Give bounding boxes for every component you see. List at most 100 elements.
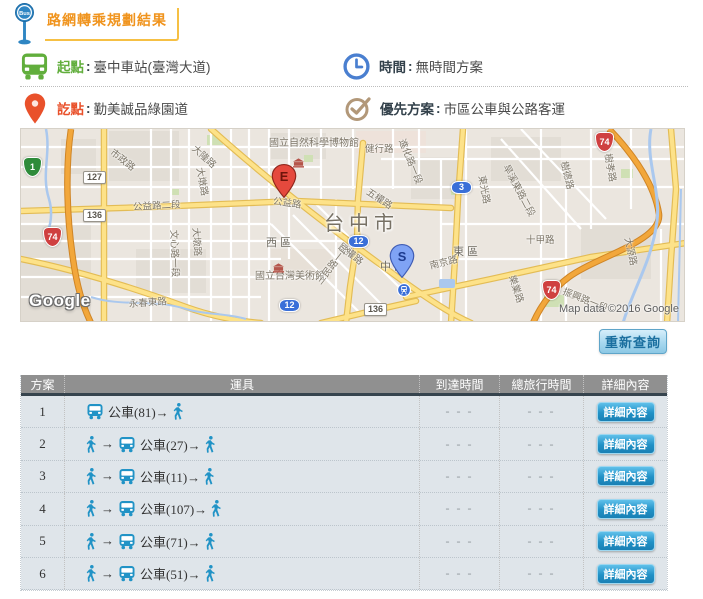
walk-icon [173,403,184,420]
page-title: 路網轉乘規劃結果 [47,12,167,28]
clock-icon [343,53,370,80]
leg-text: 公車(11)→ [140,467,200,486]
svg-text:Bus: Bus [19,11,30,17]
colon: : [86,59,91,74]
plan-number: 5 [39,533,46,549]
plan-number: 3 [39,468,46,484]
transport-legs: →公車(71)→ [86,532,216,551]
map-road-label: 公益路二段 [133,201,181,213]
table-row: 2 →公車(27)→ - - - - - - 詳細內容 [21,428,667,460]
detail-button[interactable]: 詳細內容 [597,434,655,454]
bus-icon [20,52,49,81]
origin-field: 起點 : 臺中車站(臺灣大道) [20,47,211,85]
detail-button[interactable]: 詳細內容 [597,564,655,584]
leg-text: → [101,468,114,484]
route-shield-136: 136 [83,209,106,222]
leg-text: → [101,501,114,517]
detail-button[interactable]: 詳細內容 [597,499,655,519]
google-map[interactable]: 台中市 市政路大隆路大墩路國立自然科學博物館健行路進化路一段東光路旱溪東路二段樹… [20,128,685,322]
leg-text: 公車(81)→ [108,402,169,421]
bus-icon [118,533,136,550]
walk-icon [86,565,97,582]
leg-text: → [101,436,114,452]
route-shield-127: 127 [83,171,106,184]
results-table: 方案 運具 到達時間 總旅行時間 詳細內容 1 公車(81)→ - - - - - -… [20,375,668,591]
google-logo[interactable]: Google [29,291,91,311]
walk-icon [205,436,216,453]
route-shield-12: 12 [279,299,300,312]
header-plan: 方案 [21,375,64,393]
bus-icon [118,436,136,453]
map-road-label: 西區 [266,238,294,249]
walk-icon [86,468,97,485]
query-row-2: 訖點 : 勤美誠品綠園道 優先方案 : 市區公車與公路客運 [0,89,703,127]
requery-button[interactable]: 重新查詢 [599,329,667,354]
time-field: 時間 : 無時間方案 [343,47,483,85]
arrival-time-value: - - - [446,534,474,549]
leg-text: → [101,566,114,582]
query-row-1: 起點 : 臺中車站(臺灣大道) 時間 : 無時間方案 [0,47,703,85]
leg-text: → [101,533,114,549]
origin-value: 臺中車站(臺灣大道) [94,56,211,76]
table-header-row: 方案 運具 到達時間 總旅行時間 詳細內容 [21,375,667,396]
map-attribution: Map data ©2016 Google [559,303,679,315]
map-marker-S[interactable]: S [389,244,415,283]
header-total: 總旅行時間 [499,375,583,393]
plan-number: 1 [39,404,46,420]
table-row: 5 →公車(71)→ - - - - - - 詳細內容 [21,526,667,558]
detail-button[interactable]: 詳細內容 [597,531,655,551]
time-value: 無時間方案 [416,56,484,76]
transport-legs: → 公車(51)→ [86,564,216,583]
detail-button[interactable]: 詳細內容 [597,402,655,422]
leg-text: 公車(51)→ [140,564,201,583]
plan-number: 2 [39,436,46,452]
arrival-time-value: - - - [446,437,474,452]
header-arrival: 到達時間 [419,375,499,393]
route-shield-136: 136 [364,303,387,316]
map-road-label: 文心路一段 [168,230,179,278]
total-time-value: - - - [528,404,556,419]
walk-icon [211,500,222,517]
destination-field: 訖點 : 勤美誠品綠園道 [24,89,188,127]
table-row: 3 → 公車(11)→ - - - - - - 詳細內容 [21,461,667,493]
header-detail: 詳細內容 [583,375,667,393]
total-time-value: - - - [528,469,556,484]
time-label: 時間 [379,56,406,76]
arrival-time-value: - - - [446,404,474,419]
arrival-time-value: - - - [446,469,474,484]
route-shield-3: 3 [451,181,472,194]
priority-field: 優先方案 : 市區公車與公路客運 [345,89,565,127]
leg-text: 公車(107)→ [140,499,207,518]
map-marker-E[interactable]: E [271,164,297,203]
bus-icon [118,468,136,485]
priority-label: 優先方案 [380,98,434,118]
svg-text:E: E [280,169,289,184]
arrival-time-value: - - - [446,566,474,581]
arrival-time-value: - - - [446,501,474,516]
map-road-label: 大墩路 [190,227,201,256]
plan-number: 4 [39,501,46,517]
transport-legs: 公車(81)→ [86,402,184,421]
detail-button[interactable]: 詳細內容 [597,466,655,486]
route-shield-12: 12 [348,235,369,248]
total-time-value: - - - [528,534,556,549]
transport-legs: →公車(27)→ [86,435,216,454]
check-circle-icon [345,95,372,122]
priority-value: 市區公車與公路客運 [444,98,566,118]
transport-legs: → 公車(107)→ [86,499,222,518]
header-mode: 運具 [64,375,419,393]
origin-label: 起點 [57,56,84,76]
table-row: 1 公車(81)→ - - - - - - 詳細內容 [21,396,667,428]
total-time-value: - - - [528,501,556,516]
bus-icon [118,565,136,582]
map-road-label: 十甲路 [526,236,555,246]
walk-icon [205,533,216,550]
map-road-label: 健行路 [365,145,394,155]
total-time-value: - - - [528,437,556,452]
table-row: 4 → 公車(107)→ - - - - - - 詳細內容 [21,493,667,525]
table-row: 6→公車(51)→- - -- - -詳細內容 [21,558,667,590]
transport-legs: → 公車(11)→ [86,467,215,486]
dotted-separator [20,86,688,87]
walk-icon [86,533,97,550]
map-pin-icon [24,93,46,124]
